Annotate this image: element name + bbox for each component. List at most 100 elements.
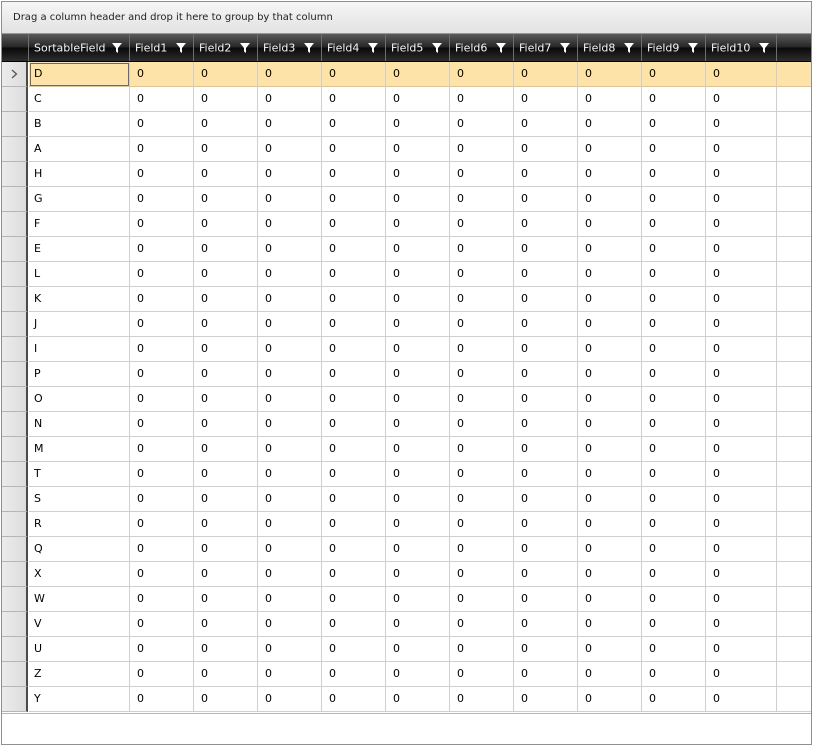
cell-f7[interactable]: 0: [514, 687, 578, 712]
cell-f8[interactable]: 0: [578, 587, 642, 612]
column-header-f5[interactable]: Field5: [386, 34, 450, 61]
cell-f10[interactable]: 0: [706, 537, 777, 562]
cell-f8[interactable]: 0: [578, 87, 642, 112]
cell-f7[interactable]: 0: [514, 212, 578, 237]
cell-sortable-field[interactable]: L: [29, 262, 130, 287]
table-row[interactable]: C0000000000: [2, 87, 811, 112]
cell-f8[interactable]: 0: [578, 137, 642, 162]
cell-f9[interactable]: 0: [642, 137, 706, 162]
cell-f8[interactable]: 0: [578, 462, 642, 487]
table-row[interactable]: L0000000000: [2, 262, 811, 287]
cell-f4[interactable]: 0: [322, 187, 386, 212]
cell-f9[interactable]: 0: [642, 437, 706, 462]
cell-f2[interactable]: 0: [194, 387, 258, 412]
row-indicator[interactable]: [2, 412, 28, 437]
cell-f1[interactable]: 0: [130, 562, 194, 587]
filter-funnel-icon[interactable]: [304, 43, 314, 53]
cell-f3[interactable]: 0: [258, 512, 322, 537]
cell-f3[interactable]: 0: [258, 662, 322, 687]
cell-f4[interactable]: 0: [322, 512, 386, 537]
cell-f4[interactable]: 0: [322, 387, 386, 412]
row-indicator[interactable]: [2, 212, 28, 237]
cell-f5[interactable]: 0: [386, 212, 450, 237]
cell-f6[interactable]: 0: [450, 262, 514, 287]
table-row[interactable]: D0000000000: [2, 62, 811, 87]
cell-f6[interactable]: 0: [450, 587, 514, 612]
cell-f7[interactable]: 0: [514, 187, 578, 212]
cell-f1[interactable]: 0: [130, 587, 194, 612]
cell-f1[interactable]: 0: [130, 412, 194, 437]
cell-f7[interactable]: 0: [514, 487, 578, 512]
cell-f2[interactable]: 0: [194, 537, 258, 562]
column-header-f3[interactable]: Field3: [258, 34, 322, 61]
cell-f4[interactable]: 0: [322, 262, 386, 287]
cell-f5[interactable]: 0: [386, 387, 450, 412]
cell-f9[interactable]: 0: [642, 112, 706, 137]
cell-f3[interactable]: 0: [258, 87, 322, 112]
cell-f4[interactable]: 0: [322, 237, 386, 262]
cell-f7[interactable]: 0: [514, 62, 578, 87]
cell-f3[interactable]: 0: [258, 562, 322, 587]
cell-f10[interactable]: 0: [706, 337, 777, 362]
table-row[interactable]: M0000000000: [2, 437, 811, 462]
table-row[interactable]: R0000000000: [2, 512, 811, 537]
row-indicator[interactable]: [2, 187, 28, 212]
row-indicator[interactable]: [2, 437, 28, 462]
cell-f10[interactable]: 0: [706, 87, 777, 112]
cell-f9[interactable]: 0: [642, 587, 706, 612]
cell-f9[interactable]: 0: [642, 337, 706, 362]
cell-f7[interactable]: 0: [514, 462, 578, 487]
cell-f9[interactable]: 0: [642, 312, 706, 337]
cell-f1[interactable]: 0: [130, 487, 194, 512]
cell-f6[interactable]: 0: [450, 337, 514, 362]
cell-f4[interactable]: 0: [322, 587, 386, 612]
cell-f3[interactable]: 0: [258, 187, 322, 212]
cell-f1[interactable]: 0: [130, 462, 194, 487]
cell-f6[interactable]: 0: [450, 187, 514, 212]
cell-f6[interactable]: 0: [450, 112, 514, 137]
cell-f1[interactable]: 0: [130, 312, 194, 337]
cell-f9[interactable]: 0: [642, 412, 706, 437]
table-row[interactable]: P0000000000: [2, 362, 811, 387]
cell-sortable-field[interactable]: Y: [29, 687, 130, 712]
cell-f8[interactable]: 0: [578, 412, 642, 437]
cell-f1[interactable]: 0: [130, 137, 194, 162]
cell-f3[interactable]: 0: [258, 362, 322, 387]
cell-f7[interactable]: 0: [514, 337, 578, 362]
column-header-f4[interactable]: Field4: [322, 34, 386, 61]
group-panel[interactable]: Drag a column header and drop it here to…: [2, 2, 811, 34]
cell-sortable-field[interactable]: Z: [29, 662, 130, 687]
cell-f2[interactable]: 0: [194, 587, 258, 612]
cell-f4[interactable]: 0: [322, 562, 386, 587]
cell-f4[interactable]: 0: [322, 487, 386, 512]
row-indicator[interactable]: [2, 312, 28, 337]
cell-sortable-field[interactable]: I: [29, 337, 130, 362]
table-row[interactable]: U0000000000: [2, 637, 811, 662]
cell-f8[interactable]: 0: [578, 512, 642, 537]
cell-f10[interactable]: 0: [706, 237, 777, 262]
cell-f5[interactable]: 0: [386, 637, 450, 662]
cell-f1[interactable]: 0: [130, 287, 194, 312]
filter-funnel-icon[interactable]: [759, 43, 769, 53]
cell-f5[interactable]: 0: [386, 312, 450, 337]
cell-f3[interactable]: 0: [258, 212, 322, 237]
table-row[interactable]: Z0000000000: [2, 662, 811, 687]
cell-f9[interactable]: 0: [642, 612, 706, 637]
cell-sortable-field[interactable]: G: [29, 187, 130, 212]
cell-f5[interactable]: 0: [386, 687, 450, 712]
row-indicator[interactable]: [2, 612, 28, 637]
filter-funnel-icon[interactable]: [240, 43, 250, 53]
cell-f10[interactable]: 0: [706, 412, 777, 437]
cell-f7[interactable]: 0: [514, 312, 578, 337]
cell-f8[interactable]: 0: [578, 287, 642, 312]
cell-f10[interactable]: 0: [706, 287, 777, 312]
cell-f10[interactable]: 0: [706, 637, 777, 662]
row-indicator[interactable]: [2, 137, 28, 162]
cell-f6[interactable]: 0: [450, 412, 514, 437]
cell-f10[interactable]: 0: [706, 187, 777, 212]
cell-f4[interactable]: 0: [322, 87, 386, 112]
cell-f9[interactable]: 0: [642, 362, 706, 387]
table-row[interactable]: J0000000000: [2, 312, 811, 337]
cell-f1[interactable]: 0: [130, 662, 194, 687]
cell-f6[interactable]: 0: [450, 562, 514, 587]
